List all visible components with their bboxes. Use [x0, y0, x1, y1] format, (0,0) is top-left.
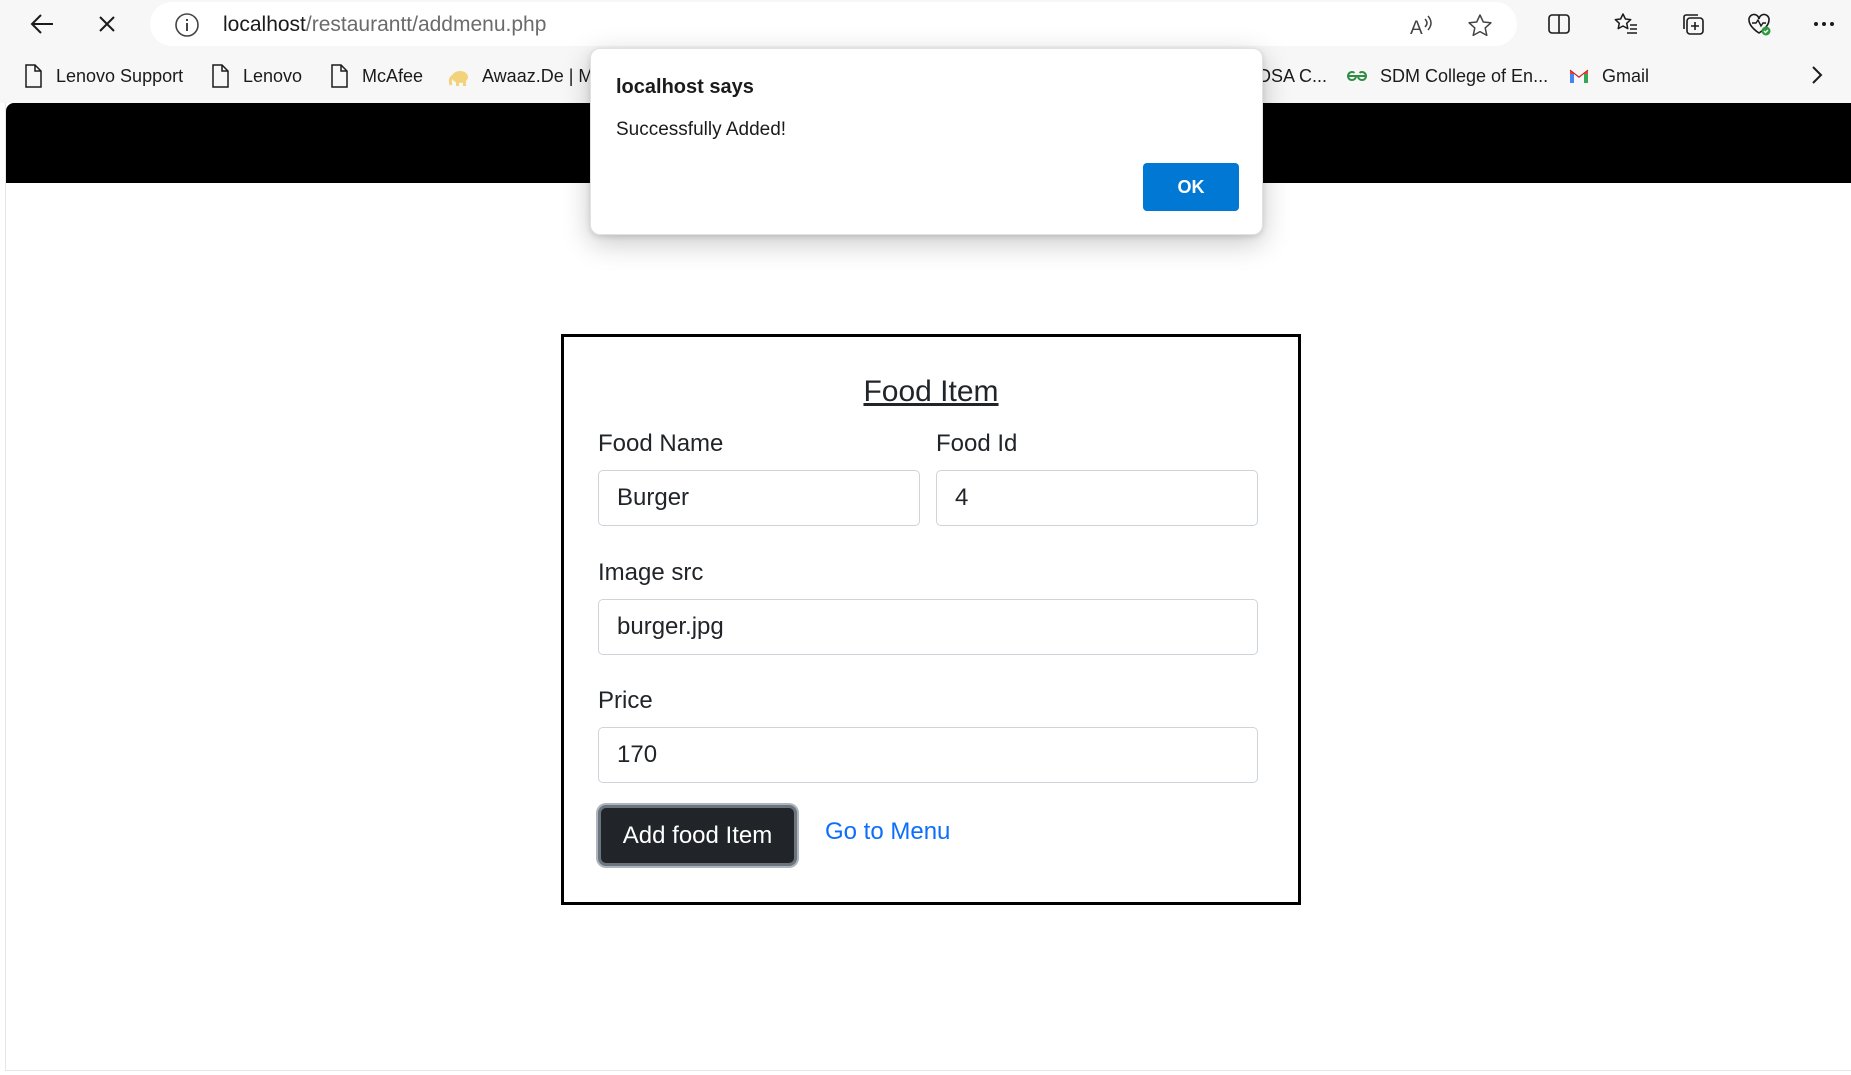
food-name-input[interactable] — [598, 470, 920, 526]
add-food-form: Food Item Food Name Food Id Image src Pr… — [561, 334, 1301, 905]
add-food-item-button[interactable]: Add food Item — [598, 805, 797, 866]
bookmark-label: DSA C... — [1258, 65, 1328, 86]
alert-dialog: localhost says Successfully Added! OK — [590, 48, 1263, 235]
bookmark-mcafee[interactable]: McAfee — [328, 63, 423, 89]
go-to-menu-link[interactable]: Go to Menu — [825, 818, 950, 846]
bookmark-label: Lenovo — [243, 65, 303, 86]
page-icon — [22, 64, 44, 88]
collections-icon[interactable] — [1677, 8, 1709, 40]
bookmark-label: Lenovo Support — [56, 65, 184, 86]
bookmark-awaaz[interactable]: Awaaz.De | M — [448, 63, 593, 89]
url-text[interactable]: localhost/restaurantt/addmenu.php — [223, 13, 546, 37]
gfg-icon — [1346, 64, 1368, 88]
svg-text:A: A — [1410, 18, 1423, 39]
split-screen-icon[interactable] — [1543, 8, 1575, 40]
food-name-label: Food Name — [598, 430, 724, 457]
image-src-label: Image src — [598, 559, 704, 586]
ok-button[interactable]: OK — [1143, 163, 1239, 211]
more-icon[interactable] — [1808, 8, 1840, 40]
url-path: /restaurantt/addmenu.php — [305, 13, 547, 36]
favorite-star-icon[interactable] — [1464, 10, 1496, 42]
favorites-icon[interactable] — [1610, 8, 1642, 40]
browser-toolbar: localhost/restaurantt/addmenu.php A — [0, 0, 1851, 47]
url-host: localhost — [223, 13, 306, 36]
image-src-input[interactable] — [598, 599, 1258, 655]
bookmark-label: SDM College of En... — [1380, 65, 1549, 86]
bookmark-lenovo[interactable]: Lenovo — [209, 63, 302, 89]
dialog-message: Successfully Added! — [616, 119, 787, 140]
elephant-icon — [448, 64, 470, 88]
bookmark-gmail[interactable]: Gmail — [1568, 63, 1649, 89]
bookmark-dsa[interactable]: DSA C... — [1258, 63, 1327, 89]
form-title: Food Item — [863, 375, 999, 408]
chevron-right-icon[interactable] — [1800, 59, 1832, 91]
bookmark-sdm-college[interactable]: SDM College of En... — [1346, 63, 1548, 89]
price-input[interactable] — [598, 727, 1258, 783]
bookmark-label: Awaaz.De | M — [482, 65, 594, 86]
page-icon — [209, 64, 231, 88]
gmail-icon — [1568, 64, 1590, 88]
stop-loading-icon[interactable] — [87, 6, 127, 42]
food-id-input[interactable] — [936, 470, 1258, 526]
bookmark-label: McAfee — [362, 65, 424, 86]
page-icon — [328, 64, 350, 88]
food-id-label: Food Id — [936, 430, 1018, 457]
page-content: Food Item Food Name Food Id Image src Pr… — [5, 103, 1851, 1071]
dialog-title: localhost says — [616, 76, 754, 98]
bookmark-lenovo-support[interactable]: Lenovo Support — [22, 63, 183, 89]
bookmark-label: Gmail — [1602, 65, 1650, 86]
site-info-icon[interactable] — [174, 12, 200, 38]
browser-essentials-icon[interactable] — [1743, 8, 1775, 40]
address-bar[interactable]: localhost/restaurantt/addmenu.php A — [150, 2, 1517, 46]
read-aloud-icon[interactable]: A — [1405, 10, 1437, 42]
back-icon[interactable] — [22, 6, 62, 42]
price-label: Price — [598, 687, 653, 714]
